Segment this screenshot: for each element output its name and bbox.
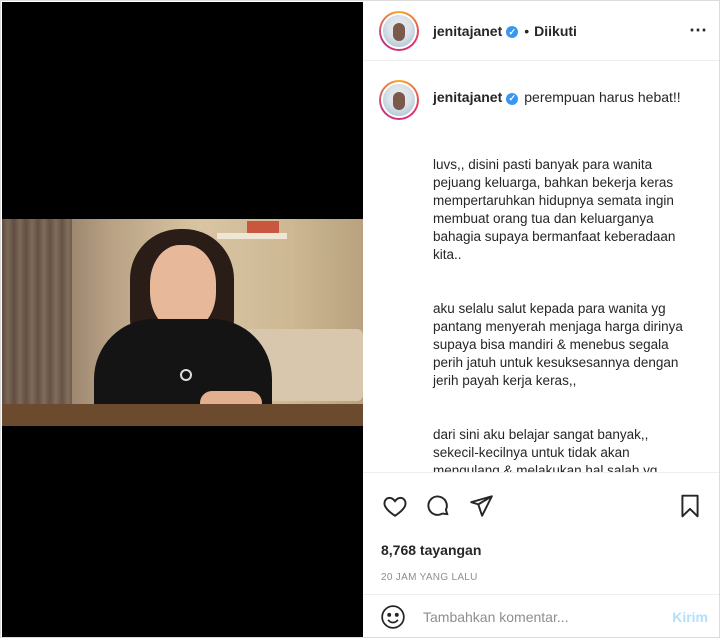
caption-paragraph: luvs,, disini pasti banyak para wanita p…	[433, 157, 676, 262]
post-timestamp[interactable]: 20 JAM YANG LALU	[363, 558, 719, 583]
caption-avatar-image	[381, 82, 417, 118]
post-header: jenitajanet ✓ • Diikuti ⋯	[363, 1, 719, 61]
instagram-post-window: jenitajanet ✓ • Diikuti ⋯ jenitajanet ✓ pe…	[0, 0, 720, 638]
separator-dot: •	[524, 22, 530, 39]
post-comment-button[interactable]: Kirim	[672, 609, 708, 625]
avatar-image	[381, 12, 417, 49]
caption-paragraph: dari sini aku belajar sangat banyak,, se…	[433, 427, 658, 472]
action-icons-row	[363, 473, 719, 525]
video-player[interactable]	[2, 219, 363, 426]
heart-icon[interactable]	[381, 492, 409, 520]
comment-icon[interactable]	[424, 492, 452, 520]
video-background-shelf-item	[247, 221, 279, 233]
comment-input[interactable]	[423, 609, 673, 625]
verified-badge-icon: ✓	[506, 26, 519, 38]
post-media[interactable]	[2, 2, 363, 637]
caption-username-text[interactable]: jenitajanet	[433, 89, 502, 105]
view-count[interactable]: 8,768 tayangan	[363, 525, 719, 558]
video-background-curtain	[2, 219, 72, 426]
header-username-text[interactable]: jenitajanet	[433, 23, 502, 39]
video-background-shelf	[217, 233, 287, 239]
smiley-icon[interactable]	[379, 603, 407, 631]
comment-bar: Kirim	[363, 594, 719, 637]
caption-paragraph: aku selalu salut kepada para wanita yg p…	[433, 301, 683, 388]
avatar[interactable]	[379, 10, 419, 51]
caption-header: jenitajanet ✓ perempuan harus hebat!!	[379, 80, 704, 120]
share-icon[interactable]	[467, 492, 495, 520]
video-subject-zipper	[180, 369, 192, 381]
follow-status-button[interactable]: Diikuti	[534, 23, 577, 39]
bookmark-icon[interactable]	[676, 492, 704, 520]
caption-avatar[interactable]	[379, 80, 419, 120]
video-foreground-table	[2, 404, 363, 426]
caption-scroll-area[interactable]: jenitajanet ✓ perempuan harus hebat!! luv…	[363, 62, 719, 472]
more-options-icon[interactable]: ⋯	[689, 20, 708, 41]
caption-body: luvs,, disini pasti banyak para wanita p…	[433, 138, 704, 472]
caption-verified-badge-icon: ✓	[506, 92, 519, 105]
caption-username[interactable]: jenitajanet ✓	[433, 89, 519, 105]
caption-first-line: perempuan harus hebat!!	[524, 89, 681, 105]
header-username[interactable]: jenitajanet ✓	[433, 23, 519, 39]
post-details-panel: jenitajanet ✓ • Diikuti ⋯ jenitajanet ✓ pe…	[363, 1, 719, 637]
